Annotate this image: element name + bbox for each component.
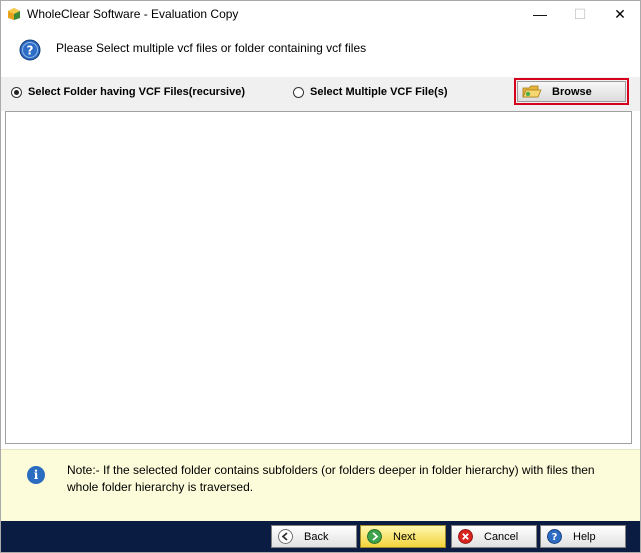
window-title: WholeClear Software - Evaluation Copy [27,7,239,21]
app-logo-icon [8,8,20,20]
radio-dot-selected[interactable] [11,86,22,98]
browse-label: Browse [552,86,592,98]
close-button[interactable]: ✕ [597,1,640,27]
help-question-icon: ? [547,529,562,544]
cancel-button[interactable]: Cancel [451,525,537,548]
help-button[interactable]: ? Help [540,525,626,548]
note-text: Note:- If the selected folder contains s… [67,463,595,494]
cancel-label: Cancel [484,531,519,543]
app-window: WholeClear Software - Evaluation Copy — … [0,0,641,553]
next-label: Next [393,531,416,543]
help-label: Help [573,531,596,543]
info-icon: i [27,466,45,484]
next-arrow-icon [367,529,382,544]
title-bar[interactable]: WholeClear Software - Evaluation Copy — … [1,1,640,27]
navigation-bar: Back Next Cancel ? Help [1,521,640,552]
back-arrow-icon [278,529,293,544]
radio-dot-unselected[interactable] [293,86,304,98]
back-label: Back [304,531,329,543]
radio-select-files[interactable]: Select Multiple VCF File(s) [293,86,448,98]
help-icon: ? [19,39,41,61]
svg-text:?: ? [552,532,558,543]
radio-files-label: Select Multiple VCF File(s) [310,86,448,98]
header-panel: ? Please Select multiple vcf files or fo… [1,27,640,77]
folder-icon [522,85,542,98]
cancel-x-icon [458,529,473,544]
back-button[interactable]: Back [271,525,357,548]
browse-button[interactable]: Browse [517,81,626,102]
radio-select-folder[interactable]: Select Folder having VCF Files(recursive… [11,86,245,98]
instruction-text: Please Select multiple vcf files or fold… [56,41,367,55]
radio-folder-label: Select Folder having VCF Files(recursive… [28,86,246,98]
note-panel: i Note:- If the selected folder contains… [1,449,640,522]
source-options: Select Folder having VCF Files(recursive… [1,77,640,111]
next-button[interactable]: Next [360,525,446,548]
svg-text:?: ? [27,44,34,58]
selected-files-list[interactable] [5,111,632,444]
